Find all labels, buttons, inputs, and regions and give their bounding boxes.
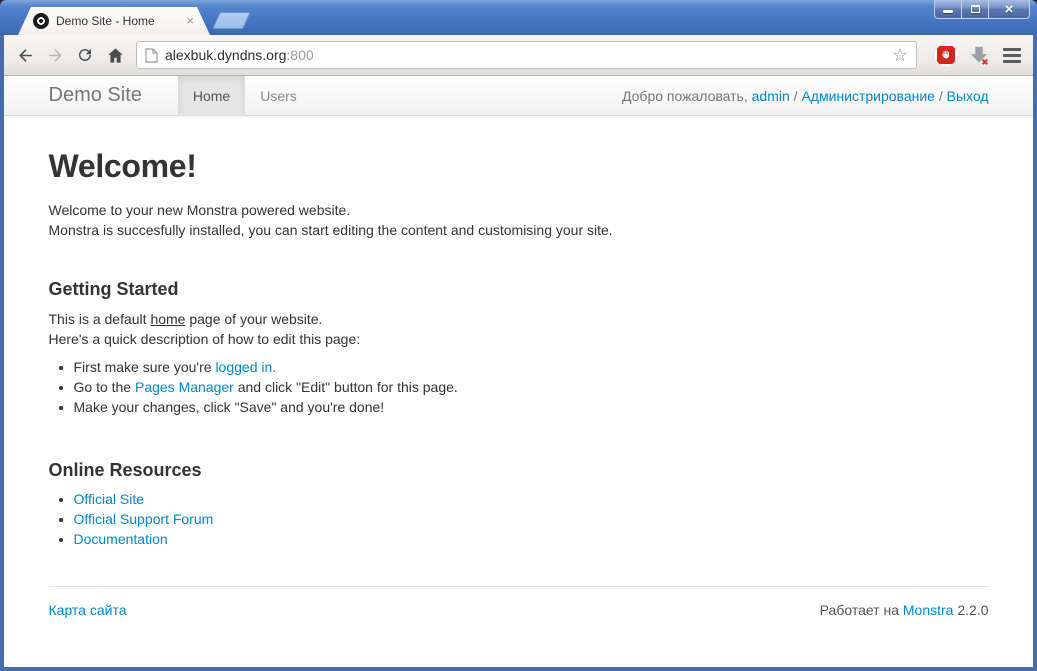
logout-link[interactable]: Выход bbox=[947, 88, 989, 104]
list-item: Documentation bbox=[74, 529, 989, 549]
forward-icon bbox=[46, 46, 65, 65]
monstra-link[interactable]: Monstra bbox=[903, 602, 954, 618]
hamburger-menu-icon bbox=[1003, 48, 1021, 63]
stop-hand-icon bbox=[935, 44, 957, 66]
web-page: Demo Site Home Users Добро пожаловать, a… bbox=[4, 76, 1033, 667]
adblock-extension-button[interactable] bbox=[933, 42, 959, 68]
powered-by: Работает на Monstra 2.2.0 bbox=[820, 600, 989, 620]
tab-close-icon[interactable]: × bbox=[186, 13, 194, 29]
download-arrow-icon bbox=[968, 44, 990, 66]
reload-icon bbox=[76, 46, 94, 64]
browser-tab[interactable]: Demo Site - Home × bbox=[18, 7, 210, 35]
reload-button[interactable] bbox=[70, 40, 100, 70]
greeting-text: Добро пожаловать, bbox=[622, 88, 752, 104]
home-button[interactable] bbox=[100, 40, 130, 70]
titlebar[interactable]: Demo Site - Home × × bbox=[0, 0, 1037, 35]
nav-item-home[interactable]: Home bbox=[178, 76, 245, 116]
page-icon bbox=[145, 48, 158, 63]
administration-link[interactable]: Администрирование bbox=[801, 88, 935, 104]
logged-in-link[interactable]: logged in. bbox=[215, 359, 276, 375]
minimize-button[interactable] bbox=[934, 0, 962, 19]
online-resources-list: Official Site Official Support Forum Doc… bbox=[49, 489, 989, 549]
browser-window: Demo Site - Home × × bbox=[0, 0, 1037, 671]
getting-started-heading: Getting Started bbox=[49, 278, 989, 300]
restore-icon bbox=[971, 5, 980, 13]
list-item: Official Support Forum bbox=[74, 509, 989, 529]
documentation-link[interactable]: Documentation bbox=[74, 531, 168, 547]
main-content: Welcome! Welcome to your new Monstra pow… bbox=[49, 148, 989, 620]
forward-button[interactable] bbox=[40, 40, 70, 70]
url-port: :800 bbox=[286, 47, 313, 63]
page-footer: Карта сайта Работает на Monstra 2.2.0 bbox=[49, 586, 989, 620]
site-navbar: Demo Site Home Users Добро пожаловать, a… bbox=[4, 76, 1033, 116]
bookmark-star-icon[interactable]: ☆ bbox=[892, 46, 908, 64]
download-helper-extension-button[interactable] bbox=[966, 42, 992, 68]
user-profile-link[interactable]: admin bbox=[752, 88, 790, 104]
intro-paragraph: Welcome to your new Monstra powered webs… bbox=[49, 200, 989, 240]
site-brand[interactable]: Demo Site bbox=[49, 84, 142, 107]
pages-manager-link[interactable]: Pages Manager bbox=[135, 379, 234, 395]
maximize-button[interactable] bbox=[961, 0, 989, 19]
browser-toolbar: alexbuk.dyndns.org:800 ☆ bbox=[4, 35, 1033, 76]
url-text[interactable]: alexbuk.dyndns.org:800 bbox=[165, 47, 314, 63]
close-button[interactable]: × bbox=[988, 0, 1030, 19]
official-support-forum-link[interactable]: Official Support Forum bbox=[74, 511, 214, 527]
chrome-menu-button[interactable] bbox=[999, 42, 1025, 68]
home-icon bbox=[106, 46, 125, 65]
close-icon: × bbox=[1005, 2, 1014, 17]
list-item: Official Site bbox=[74, 489, 989, 509]
back-icon bbox=[16, 46, 35, 65]
list-item: Make your changes, click "Save" and you'… bbox=[74, 397, 989, 417]
new-tab-button[interactable] bbox=[212, 12, 251, 29]
user-area: Добро пожаловать, admin / Администрирова… bbox=[622, 88, 989, 104]
back-button[interactable] bbox=[10, 40, 40, 70]
sitemap-link[interactable]: Карта сайта bbox=[49, 600, 127, 620]
window-controls: × bbox=[935, 0, 1030, 19]
nav-item-users[interactable]: Users bbox=[245, 76, 312, 116]
list-item: First make sure you're logged in. bbox=[74, 357, 989, 377]
getting-started-list: First make sure you're logged in. Go to … bbox=[49, 357, 989, 417]
getting-started-text: This is a default home page of your webs… bbox=[49, 309, 989, 349]
tab-title: Demo Site - Home bbox=[56, 14, 155, 28]
official-site-link[interactable]: Official Site bbox=[74, 491, 145, 507]
site-favicon-icon bbox=[33, 13, 49, 29]
list-item: Go to the Pages Manager and click "Edit"… bbox=[74, 377, 989, 397]
online-resources-heading: Online Resources bbox=[49, 459, 989, 481]
page-title: Welcome! bbox=[49, 148, 989, 184]
home-page-link[interactable]: home bbox=[150, 311, 185, 327]
address-bar[interactable]: alexbuk.dyndns.org:800 ☆ bbox=[136, 41, 917, 69]
minimize-icon bbox=[943, 10, 953, 13]
